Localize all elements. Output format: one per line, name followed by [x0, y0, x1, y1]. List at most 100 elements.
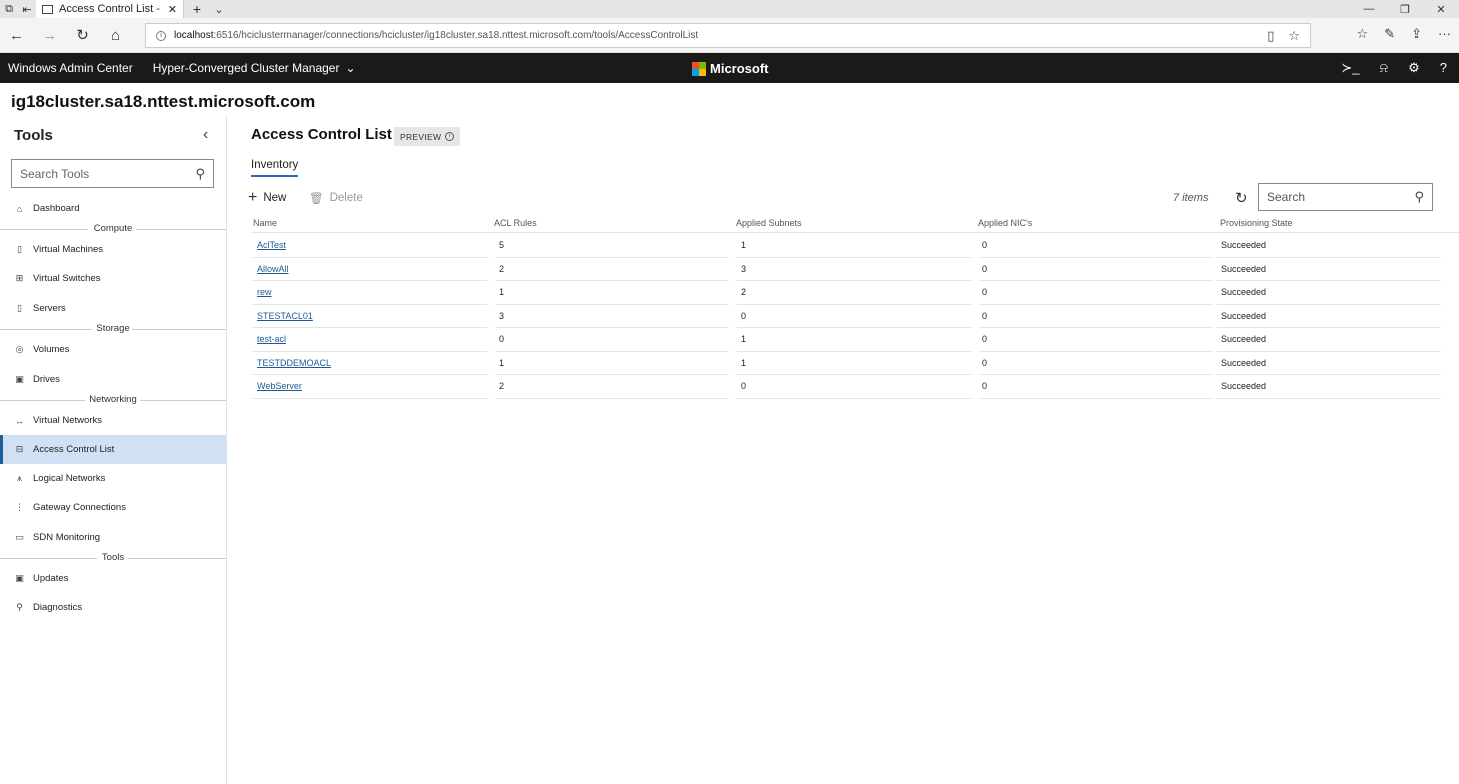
- sidebar-item[interactable]: ⋮ Gateway Connections: [0, 493, 226, 522]
- microsoft-label: Microsoft: [710, 61, 769, 76]
- table-cell: Succeeded: [1221, 357, 1267, 368]
- favorites-hub-icon[interactable]: ☆: [1357, 26, 1369, 42]
- table-cell: 0: [982, 357, 988, 368]
- new-button[interactable]: + New: [248, 190, 286, 206]
- tab-list-chevron-icon[interactable]: ⌄: [210, 0, 228, 18]
- acl-icon: ⊟: [15, 444, 24, 454]
- sidebar-item[interactable]: ▣ Updates: [0, 564, 226, 593]
- table-row[interactable]: test-acl 0 1 0 Succeeded: [251, 328, 1459, 352]
- search-icon[interactable]: ⚲: [1414, 189, 1424, 205]
- sidebar-group-heading: Storage: [0, 323, 226, 335]
- tab-actions-icon[interactable]: ⧉: [0, 0, 18, 18]
- table-cell: 0: [741, 381, 747, 391]
- monitoring-icon: ▭: [15, 532, 24, 542]
- set-aside-tabs-icon[interactable]: ⇤: [18, 0, 36, 18]
- row-divider: [737, 397, 971, 399]
- web-note-icon[interactable]: ✎: [1384, 26, 1395, 42]
- home-page-icon[interactable]: ⌂: [99, 27, 132, 44]
- acl-name-link[interactable]: AclTest: [257, 240, 286, 250]
- sidebar-group-heading: Compute: [0, 223, 226, 235]
- grid-search-input[interactable]: Search ⚲: [1258, 183, 1433, 211]
- trash-icon: 🗑: [309, 193, 324, 205]
- sidebar-item[interactable]: ↔ Virtual Networks: [0, 406, 226, 435]
- app-brand[interactable]: Windows Admin Center: [0, 61, 153, 75]
- table-cell: 0: [982, 334, 988, 344]
- url-field[interactable]: i localhost:6516/hciclustermanager/conne…: [145, 23, 1311, 48]
- sidebar-item[interactable]: ▯ Virtual Machines: [0, 235, 226, 264]
- table-cell: Succeeded: [1221, 240, 1267, 250]
- site-info-icon[interactable]: i: [156, 30, 166, 41]
- sidebar-group-heading: Networking: [0, 394, 226, 406]
- table-cell: 1: [741, 334, 747, 344]
- column-header[interactable]: Applied NIC's: [978, 218, 1032, 228]
- sidebar-item[interactable]: ⊟ Access Control List: [0, 435, 226, 464]
- table-row[interactable]: AclTest 5 1 0 Succeeded: [251, 234, 1459, 258]
- search-icon[interactable]: ⚲: [195, 166, 205, 182]
- virtual-network-icon: ↔: [15, 415, 24, 426]
- sidebar-item[interactable]: ⩚ Logical Networks: [0, 464, 226, 493]
- refresh-page-icon[interactable]: ↻: [66, 26, 99, 44]
- more-icon[interactable]: ···: [1438, 26, 1451, 42]
- powershell-icon[interactable]: ≻_: [1341, 60, 1359, 76]
- table-cell: 1: [499, 287, 505, 297]
- column-header[interactable]: Provisioning State: [1220, 218, 1293, 228]
- table-cell: 0: [982, 310, 988, 321]
- help-icon[interactable]: ?: [1440, 60, 1447, 76]
- favorite-star-icon[interactable]: ☆: [1288, 28, 1300, 44]
- column-header[interactable]: Name: [253, 218, 277, 228]
- table-cell: 0: [982, 381, 988, 391]
- home-icon: ⌂: [16, 203, 23, 214]
- sidebar-item[interactable]: ◎ Volumes: [0, 335, 226, 364]
- search-tools-input[interactable]: Search Tools ⚲: [11, 159, 214, 188]
- acl-name-link[interactable]: AllowAll: [257, 264, 289, 274]
- column-header[interactable]: Applied Subnets: [736, 218, 802, 228]
- settings-gear-icon[interactable]: ⚙: [1408, 60, 1420, 76]
- restore-icon[interactable]: ❐: [1387, 3, 1423, 16]
- table-cell: 0: [499, 334, 505, 344]
- table-row[interactable]: WebServer 2 0 0 Succeeded: [251, 375, 1459, 399]
- table-row[interactable]: AllowAll 2 3 0 Succeeded: [251, 258, 1459, 281]
- refresh-icon[interactable]: ↻: [1235, 189, 1248, 207]
- minimize-icon[interactable]: —: [1351, 3, 1387, 16]
- table-row[interactable]: rew 1 2 0 Succeeded: [251, 281, 1459, 305]
- sidebar-item[interactable]: ⊞ Virtual Switches: [0, 264, 226, 293]
- close-window-icon[interactable]: ✕: [1423, 3, 1459, 16]
- vm-icon: ▯: [17, 244, 22, 254]
- item-count: 7 items: [1173, 192, 1209, 204]
- sidebar-item[interactable]: ⚲ Diagnostics: [0, 593, 226, 622]
- sidebar-item-label: Updates: [33, 573, 69, 584]
- column-header[interactable]: ACL Rules: [494, 218, 537, 228]
- close-tab-icon[interactable]: ✕: [168, 3, 177, 16]
- browser-address-bar: ← → ↻ ⌂ i localhost:6516/hciclustermanag…: [0, 18, 1459, 53]
- forward-icon[interactable]: →: [33, 27, 66, 44]
- table-cell: 0: [982, 240, 988, 250]
- acl-name-link[interactable]: WebServer: [257, 381, 302, 391]
- preview-badge[interactable]: PREVIEW i: [394, 127, 461, 146]
- reading-view-icon[interactable]: ▯: [1267, 28, 1274, 44]
- sidebar-item-label: Drives: [33, 374, 60, 385]
- page-title: Access Control List: [251, 126, 392, 143]
- manager-dropdown[interactable]: Hyper-Converged Cluster Manager ⌄: [153, 61, 356, 75]
- sidebar-item[interactable]: ▭ SDN Monitoring: [0, 523, 226, 552]
- acl-name-link[interactable]: STESTACL01: [257, 311, 313, 321]
- table-row[interactable]: TESTDDEMOACL 1 1 0 Succeeded: [251, 352, 1459, 375]
- share-icon[interactable]: ⇪: [1411, 26, 1422, 42]
- sidebar-item-label: Logical Networks: [33, 473, 106, 484]
- new-tab-icon[interactable]: +: [184, 0, 210, 18]
- collapse-chevron-left-icon[interactable]: ‹: [203, 126, 208, 144]
- table-row[interactable]: STESTACL01 3 0 0 Succeeded: [251, 305, 1459, 328]
- tab-inventory[interactable]: Inventory: [251, 159, 299, 177]
- sidebar-item[interactable]: ▣ Drives: [0, 365, 226, 394]
- delete-label: Delete: [329, 192, 363, 204]
- preview-label: PREVIEW: [400, 131, 442, 142]
- delete-button[interactable]: 🗑 Delete: [309, 191, 363, 205]
- acl-name-link[interactable]: TESTDDEMOACL: [257, 358, 331, 368]
- acl-name-link[interactable]: rew: [257, 287, 272, 297]
- sidebar-item[interactable]: ⌂ Dashboard: [0, 194, 226, 223]
- acl-name-link[interactable]: test-acl: [257, 334, 286, 344]
- grid-search-placeholder: Search: [1267, 190, 1306, 204]
- browser-tab[interactable]: Access Control List - Hy ✕: [36, 0, 184, 18]
- sidebar-item[interactable]: ▯ Servers: [0, 294, 226, 323]
- notifications-bell-icon[interactable]: ⍾: [1380, 60, 1389, 76]
- back-icon[interactable]: ←: [0, 27, 33, 44]
